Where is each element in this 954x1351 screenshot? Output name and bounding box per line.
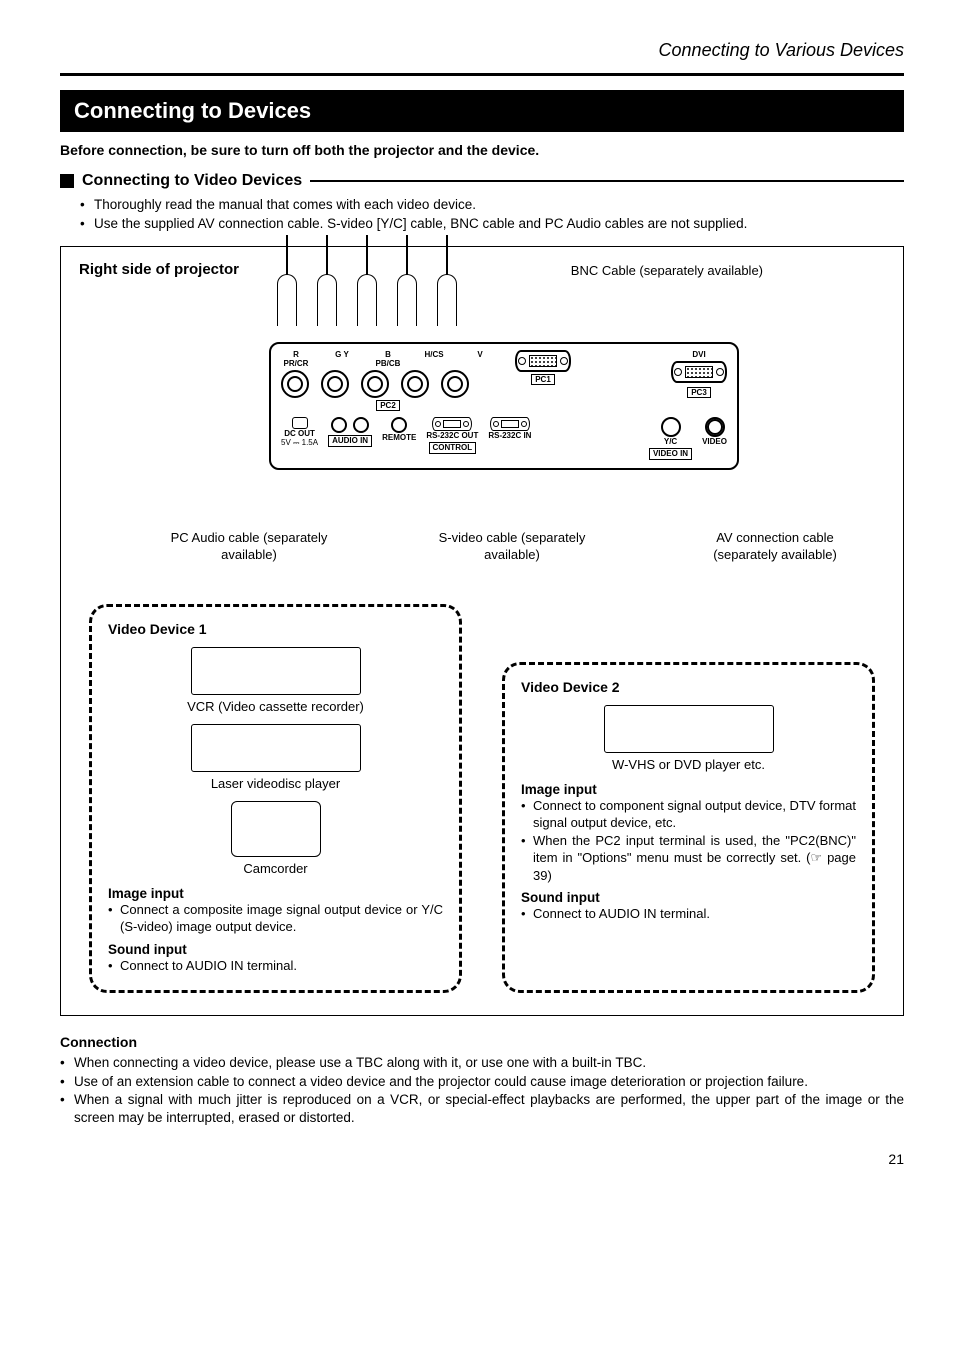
dcout-spec: 5V ⎓ 1.5A: [281, 438, 318, 448]
bnc-port-icon: [361, 370, 389, 398]
connection-bullet: When connecting a video device, please u…: [60, 1054, 904, 1072]
bnc-port-icon: [441, 370, 469, 398]
videoin-label: VIDEO IN: [649, 448, 692, 460]
pc-audio-cable-label: PC Audio cable (separately available): [159, 530, 339, 564]
subsection-bullets: Thoroughly read the manual that comes wi…: [60, 196, 904, 234]
camcorder-icon: [231, 801, 321, 857]
image-input-text: When the PC2 input terminal is used, the…: [521, 832, 856, 885]
subsection-title: Connecting to Video Devices: [82, 172, 302, 190]
bnc-port-labels: R PR/CR G Y B PB/CB H/CS V: [281, 350, 495, 368]
image-input-text: Connect a composite image signal output …: [108, 901, 443, 936]
page-number: 21: [60, 1151, 904, 1167]
connection-list: When connecting a video device, please u…: [60, 1054, 904, 1127]
dvi-label: DVI: [692, 350, 705, 359]
projector-panel: R PR/CR G Y B PB/CB H/CS V PC2 PC1: [269, 342, 739, 470]
connection-bullet: Use of an extension cable to connect a v…: [60, 1073, 904, 1091]
control-label: CONTROL: [429, 442, 477, 454]
device1-title: Video Device 1: [108, 621, 443, 637]
av-cable-label: AV connection cable (separately availabl…: [685, 530, 865, 564]
diagram-container: Right side of projector BNC Cable (separ…: [60, 246, 904, 1017]
connection-bullet: When a signal with much jitter is reprod…: [60, 1091, 904, 1127]
video-label: VIDEO: [702, 437, 727, 446]
vcr-icon: [191, 647, 361, 695]
rs232out-label: RS-232C OUT: [426, 431, 478, 440]
rs232in-label: RS-232C IN: [488, 431, 531, 440]
pc3-label: PC3: [687, 387, 711, 399]
rule-line: [310, 180, 904, 182]
projector-side-label: Right side of projector: [79, 261, 885, 278]
vcr-caption: VCR (Video cassette recorder): [108, 699, 443, 714]
pc2-label: PC2: [376, 400, 400, 412]
laserdisc-icon: [191, 724, 361, 772]
rs232-port-icon: [490, 417, 530, 431]
warning-text: Before connection, be sure to turn off b…: [60, 142, 904, 158]
image-input-heading: Image input: [521, 782, 856, 797]
connection-heading: Connection: [60, 1034, 904, 1050]
bnc-port-icon: [321, 370, 349, 398]
yc-label: Y/C: [664, 437, 677, 446]
page-header: Connecting to Various Devices: [60, 40, 904, 69]
bullet: Thoroughly read the manual that comes wi…: [80, 196, 904, 215]
divider: [60, 73, 904, 76]
bnc-port-icon: [281, 370, 309, 398]
dsub-port-icon: [515, 350, 571, 372]
bullet: Use the supplied AV connection cable. S-…: [80, 215, 904, 234]
sound-input-heading: Sound input: [521, 890, 856, 905]
camcorder-caption: Camcorder: [108, 861, 443, 876]
dvd-caption: W-VHS or DVD player etc.: [521, 757, 856, 772]
video-device-2-group: Video Device 2 W-VHS or DVD player etc. …: [502, 662, 875, 994]
image-input-heading: Image input: [108, 886, 443, 901]
rs232-port-icon: [432, 417, 472, 431]
bnc-cable-note: BNC Cable (separately available): [571, 263, 763, 278]
sound-input-heading: Sound input: [108, 942, 443, 957]
device2-title: Video Device 2: [521, 679, 856, 695]
bnc-plugs: [277, 274, 457, 326]
svideo-port-icon: [661, 417, 681, 437]
remote-label: REMOTE: [382, 433, 416, 442]
dcout-label: DC OUT: [284, 429, 315, 438]
image-input-text: Connect to component signal output devic…: [521, 797, 856, 832]
svideo-cable-label: S-video cable (separately available): [422, 530, 602, 564]
video-port-icon: [705, 417, 725, 437]
pc1-label: PC1: [531, 374, 555, 386]
cable-labels-row: PC Audio cable (separately available) S-…: [159, 530, 865, 564]
laserdisc-caption: Laser videodisc player: [108, 776, 443, 791]
video-device-1-group: Video Device 1 VCR (Video cassette recor…: [89, 604, 462, 994]
sound-input-text: Connect to AUDIO IN terminal.: [108, 957, 443, 975]
sound-input-text: Connect to AUDIO IN terminal.: [521, 905, 856, 923]
section-title: Connecting to Devices: [60, 90, 904, 132]
audioin-label: AUDIO IN: [328, 435, 372, 447]
dvi-port-icon: [671, 361, 727, 383]
dvd-icon: [604, 705, 774, 753]
bnc-port-icon: [401, 370, 429, 398]
subsection-row: Connecting to Video Devices: [60, 172, 904, 190]
